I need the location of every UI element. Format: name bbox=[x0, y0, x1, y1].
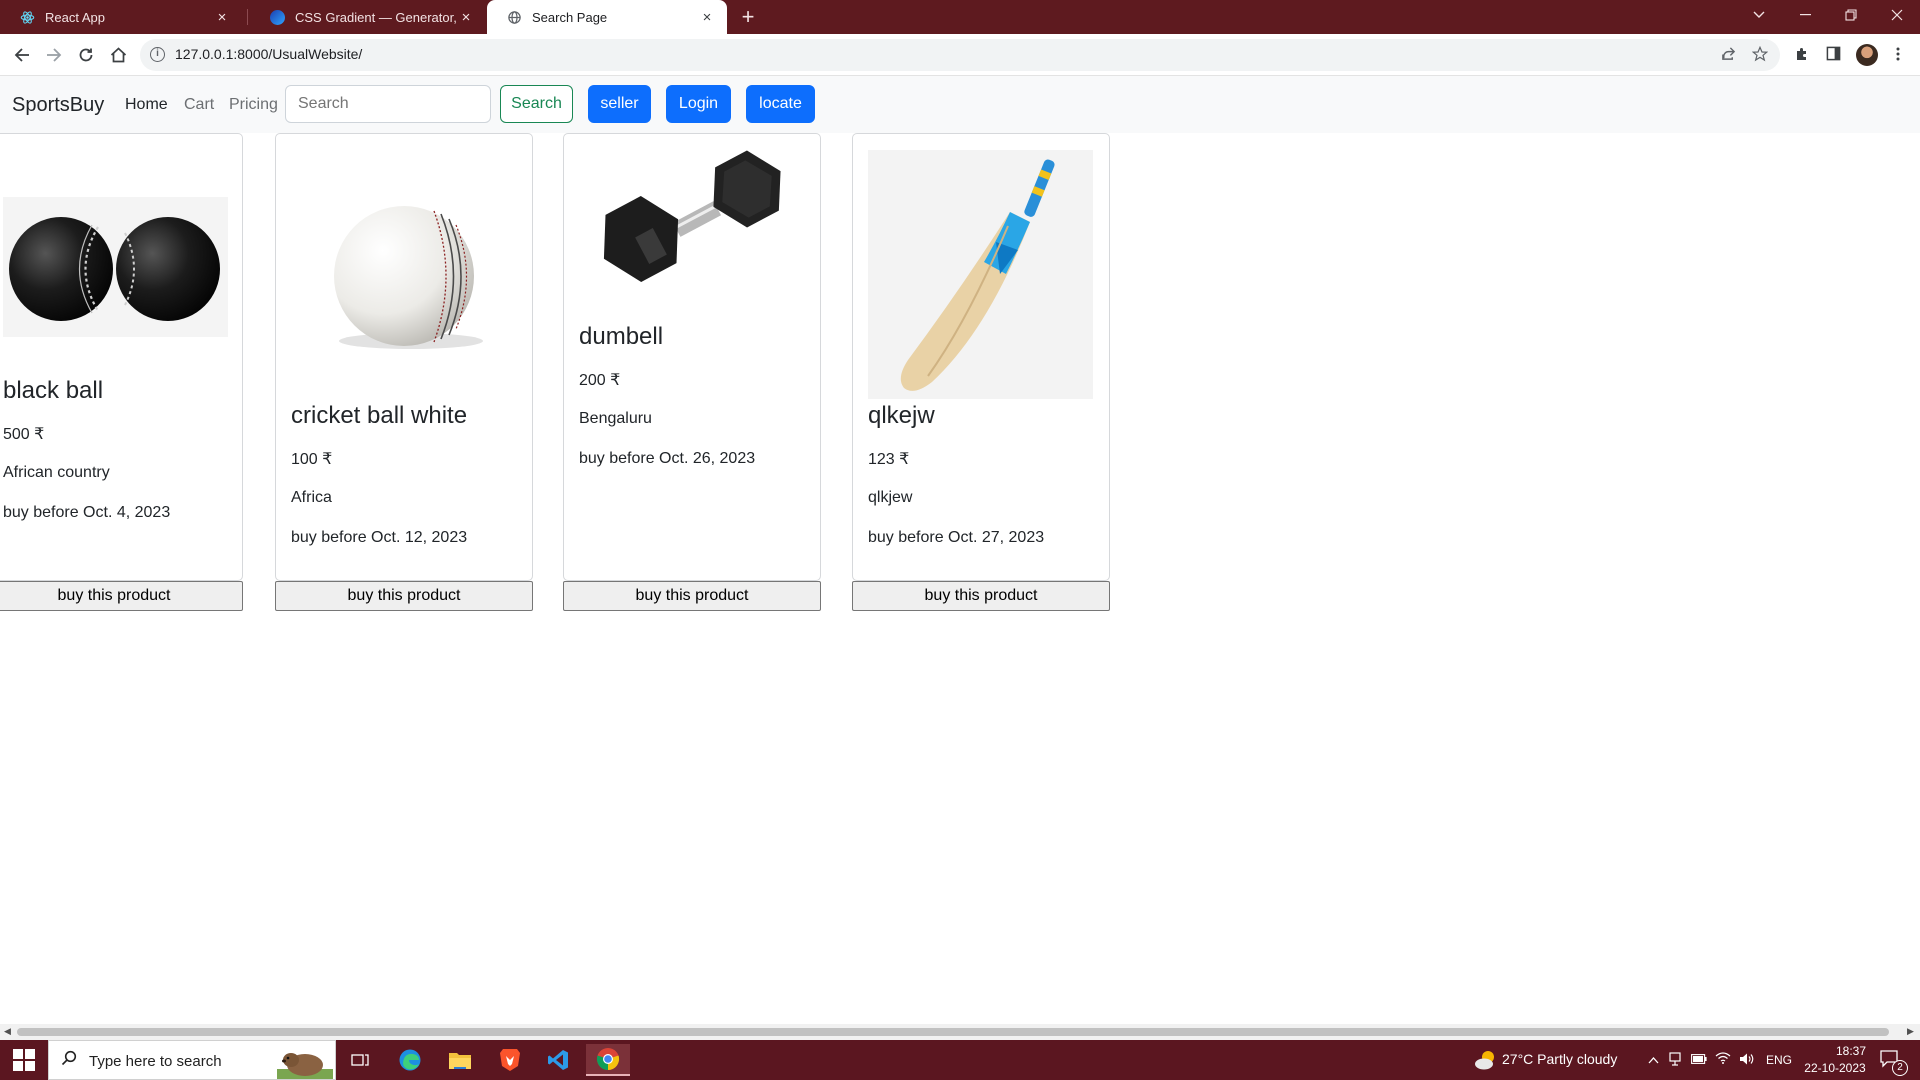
volume-icon[interactable] bbox=[1738, 1052, 1756, 1069]
vscode-icon[interactable] bbox=[538, 1044, 578, 1076]
task-view-icon[interactable] bbox=[340, 1044, 380, 1076]
tab-title: Search Page bbox=[532, 9, 608, 25]
product-buy-before: buy before Oct. 27, 2023 bbox=[868, 529, 1045, 546]
product-price: 200 ₹ bbox=[579, 372, 621, 389]
chrome-menu-icon[interactable] bbox=[1888, 46, 1908, 66]
buy-product-button[interactable]: buy this product bbox=[852, 581, 1110, 611]
product-price: 123 ₹ bbox=[868, 451, 910, 468]
brand-logo-text[interactable]: SportsBuy bbox=[12, 94, 104, 117]
wombat-search-highlight-icon bbox=[277, 1045, 333, 1079]
product-name: qlkejw bbox=[868, 402, 935, 429]
minimize-icon[interactable] bbox=[1782, 0, 1828, 30]
nav-link-home[interactable]: Home bbox=[125, 96, 168, 114]
tab-title: React App bbox=[45, 9, 105, 25]
file-explorer-icon[interactable] bbox=[440, 1044, 480, 1076]
seller-button[interactable]: seller bbox=[588, 85, 651, 123]
clock-time[interactable]: 18:37 bbox=[1818, 1044, 1884, 1058]
home-icon[interactable] bbox=[104, 41, 132, 69]
product-card: dumbell 200 ₹ Bengaluru buy before Oct. … bbox=[563, 133, 821, 581]
browser-tab-strip: React App × CSS Gradient — Generator, Ma… bbox=[0, 0, 1920, 34]
chrome-browser-icon[interactable] bbox=[586, 1044, 630, 1076]
windows-start-icon[interactable] bbox=[8, 1049, 40, 1071]
product-card: qlkejw 123 ₹ qlkjew buy before Oct. 27, … bbox=[852, 133, 1110, 581]
buy-product-button[interactable]: buy this product bbox=[275, 581, 533, 611]
tab-search-chevron-icon[interactable] bbox=[1736, 0, 1782, 30]
windows-taskbar: Type here to search 27°C Partly cloudy E… bbox=[0, 1040, 1920, 1080]
product-name: cricket ball white bbox=[291, 402, 468, 429]
tab-css-gradient[interactable]: CSS Gradient — Generator, Mak × bbox=[250, 0, 486, 34]
restore-icon[interactable] bbox=[1828, 0, 1874, 30]
tab-separator bbox=[247, 9, 248, 25]
css-gradient-icon bbox=[270, 9, 285, 25]
product-price: 500 ₹ bbox=[3, 426, 45, 443]
tab-search-page[interactable]: Search Page × bbox=[487, 0, 727, 34]
scrollbar-thumb[interactable] bbox=[17, 1028, 1889, 1036]
profile-avatar[interactable] bbox=[1856, 44, 1878, 66]
device-meeting-icon[interactable] bbox=[1666, 1052, 1684, 1069]
login-button[interactable]: Login bbox=[666, 85, 731, 123]
product-buy-before: buy before Oct. 12, 2023 bbox=[291, 529, 468, 546]
partly-cloudy-weather-icon[interactable] bbox=[1474, 1049, 1498, 1074]
horizontal-scrollbar[interactable]: ◀ ▶ bbox=[0, 1024, 1920, 1040]
tab-title: CSS Gradient — Generator, Mak bbox=[295, 9, 458, 25]
tab-close-icon[interactable]: × bbox=[699, 9, 715, 26]
black-cricket-balls-image bbox=[3, 197, 228, 337]
edge-browser-icon[interactable] bbox=[390, 1044, 430, 1076]
address-bar[interactable]: i 127.0.0.1:8000/UsualWebsite/ bbox=[140, 39, 1780, 71]
scroll-right-arrow-icon[interactable]: ▶ bbox=[1907, 1026, 1914, 1037]
product-name: dumbell bbox=[579, 323, 664, 350]
notification-count-badge: 2 bbox=[1892, 1060, 1908, 1076]
tab-close-icon[interactable]: × bbox=[458, 9, 474, 26]
product-card: cricket ball white 100 ₹ Africa buy befo… bbox=[275, 133, 533, 581]
taskbar-search-box[interactable]: Type here to search bbox=[48, 1040, 336, 1080]
side-panel-icon[interactable] bbox=[1823, 46, 1843, 66]
close-window-icon[interactable] bbox=[1874, 0, 1920, 30]
extensions-puzzle-icon[interactable] bbox=[1792, 46, 1812, 66]
react-icon bbox=[20, 10, 35, 25]
back-icon[interactable] bbox=[8, 41, 36, 69]
product-card: black ball 500 ₹ African country buy bef… bbox=[0, 133, 243, 581]
search-button[interactable]: Search bbox=[500, 85, 573, 123]
product-price: 100 ₹ bbox=[291, 451, 333, 468]
battery-icon[interactable] bbox=[1690, 1052, 1708, 1067]
site-navbar: SportsBuy Home Cart Pricing Search selle… bbox=[0, 76, 1920, 133]
locate-button[interactable]: locate bbox=[746, 85, 815, 123]
language-indicator[interactable]: ENG bbox=[1766, 1053, 1792, 1067]
show-hidden-icons-chevron-icon[interactable] bbox=[1644, 1052, 1662, 1067]
dumbbell-image bbox=[579, 149, 804, 309]
product-buy-before: buy before Oct. 26, 2023 bbox=[579, 450, 756, 467]
product-location: African country bbox=[3, 464, 110, 481]
white-cricket-ball-image bbox=[291, 149, 516, 364]
product-name: black ball bbox=[3, 377, 104, 404]
share-icon[interactable] bbox=[1718, 46, 1738, 66]
globe-icon bbox=[507, 10, 522, 25]
cricket-bat-image bbox=[868, 150, 1093, 399]
taskbar-search-placeholder: Type here to search bbox=[89, 1053, 222, 1070]
tab-close-icon[interactable]: × bbox=[214, 9, 230, 26]
site-info-icon[interactable]: i bbox=[150, 47, 165, 62]
brave-browser-icon[interactable] bbox=[490, 1044, 530, 1076]
wifi-icon[interactable] bbox=[1714, 1052, 1732, 1067]
buy-product-button[interactable]: buy this product bbox=[563, 581, 821, 611]
url-text: 127.0.0.1:8000/UsualWebsite/ bbox=[175, 46, 363, 62]
product-location: Africa bbox=[291, 489, 332, 506]
nav-link-pricing[interactable]: Pricing bbox=[229, 96, 278, 114]
browser-toolbar: i 127.0.0.1:8000/UsualWebsite/ bbox=[0, 34, 1920, 76]
search-icon bbox=[61, 1050, 77, 1071]
tab-react-app[interactable]: React App × bbox=[0, 0, 242, 34]
forward-icon[interactable] bbox=[40, 41, 68, 69]
product-location: Bengaluru bbox=[579, 410, 652, 427]
bookmark-star-icon[interactable] bbox=[1750, 45, 1770, 66]
nav-link-cart[interactable]: Cart bbox=[184, 96, 214, 114]
product-buy-before: buy before Oct. 4, 2023 bbox=[3, 504, 171, 521]
clock-date[interactable]: 22-10-2023 bbox=[1802, 1061, 1868, 1075]
new-tab-button[interactable]: + bbox=[735, 5, 761, 29]
scroll-left-arrow-icon[interactable]: ◀ bbox=[4, 1026, 11, 1037]
buy-product-button[interactable]: buy this product bbox=[0, 581, 243, 611]
search-input[interactable] bbox=[285, 85, 491, 123]
reload-icon[interactable] bbox=[72, 41, 100, 69]
product-location: qlkjew bbox=[868, 489, 913, 506]
weather-text[interactable]: 27°C Partly cloudy bbox=[1502, 1051, 1617, 1067]
